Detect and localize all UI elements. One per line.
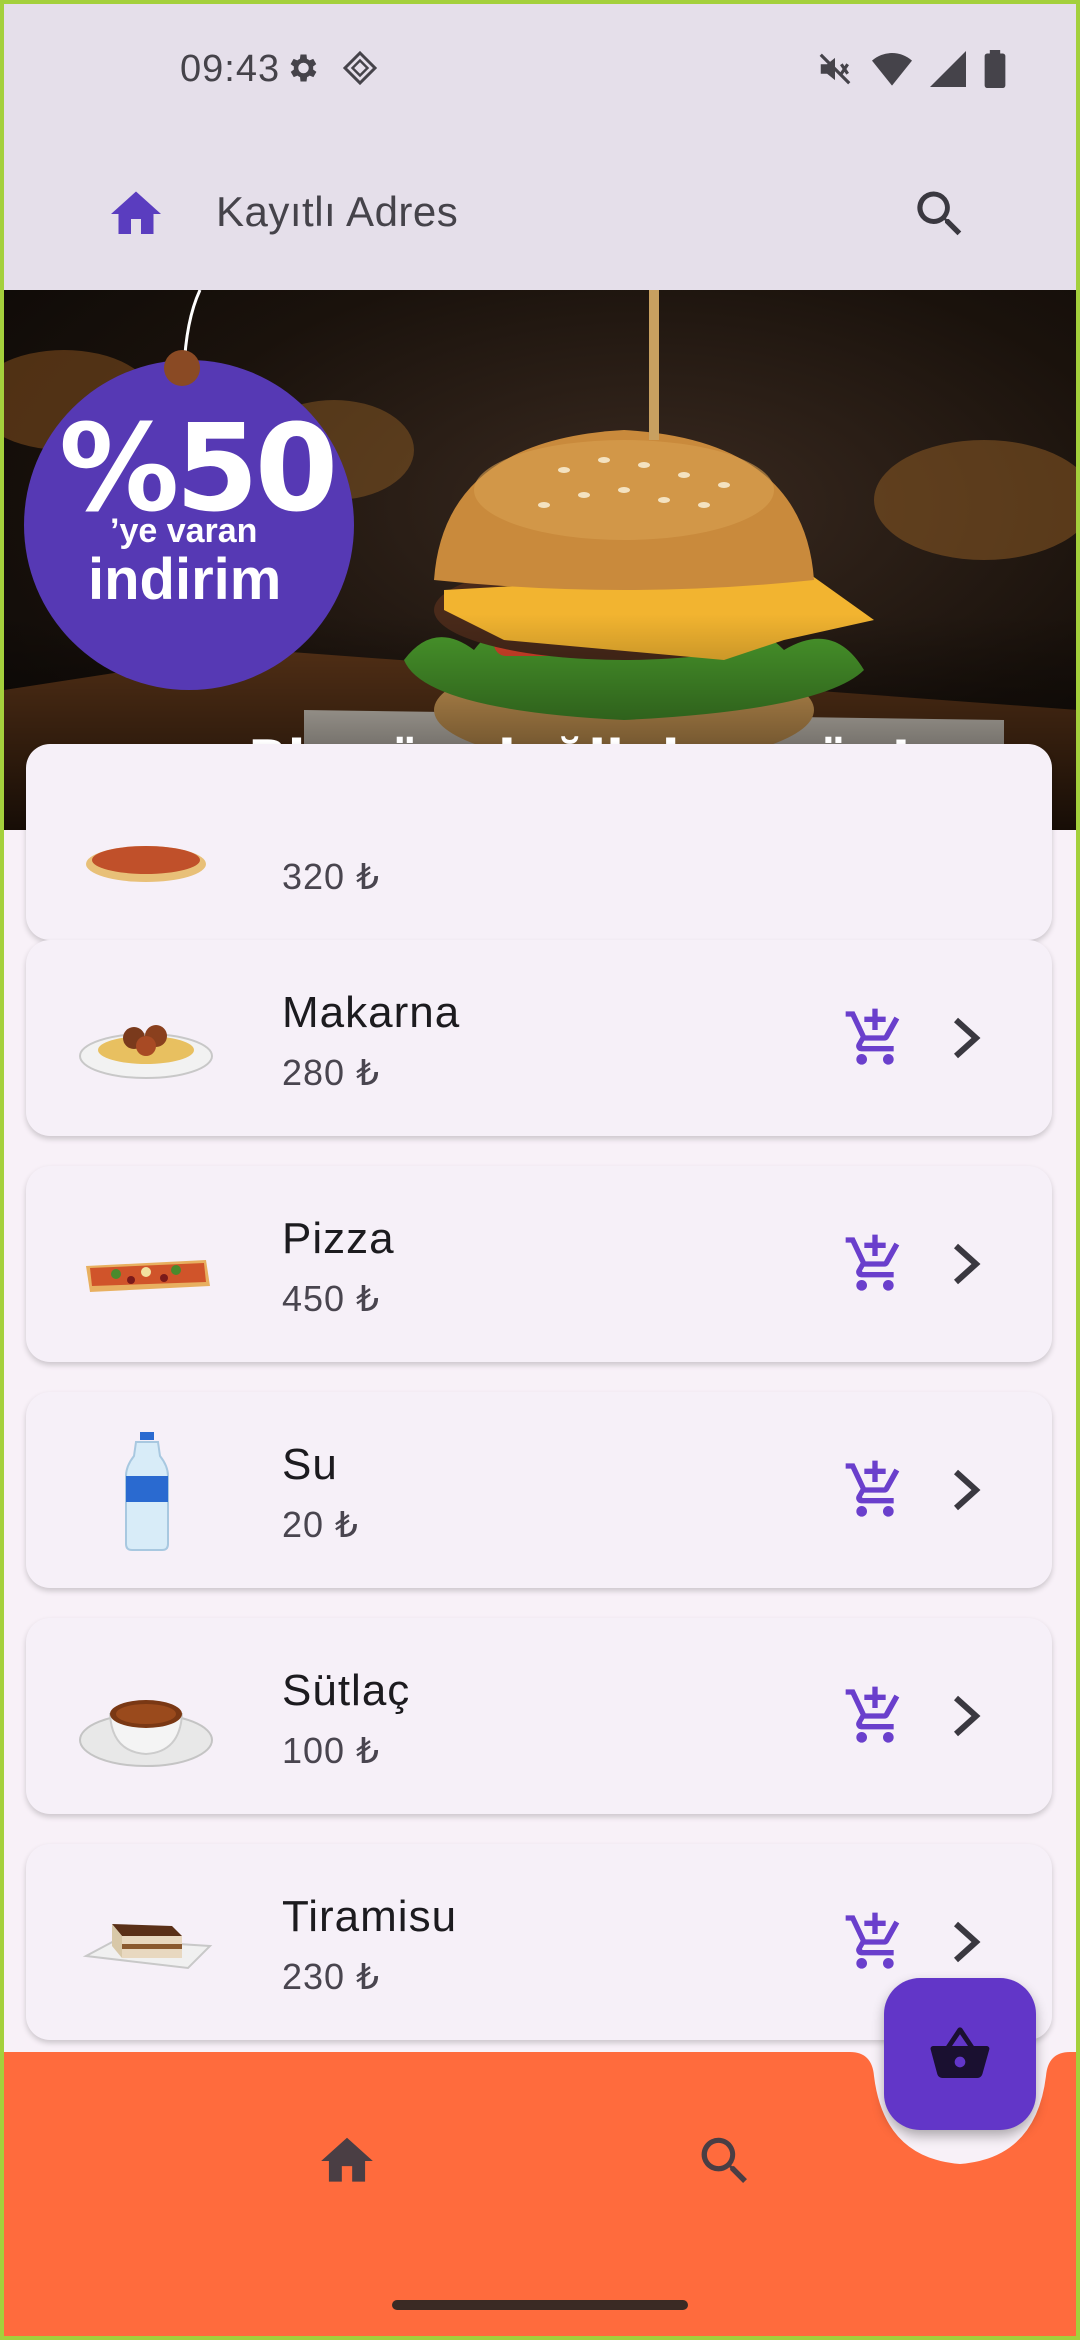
battery-icon [984, 50, 1006, 88]
status-time: 09:43 [180, 48, 281, 90]
chevron-right-icon[interactable] [946, 1014, 986, 1062]
product-card[interactable]: Su 20 ₺ [26, 1392, 1052, 1588]
product-card[interactable]: Sütlaç 100 ₺ [26, 1618, 1052, 1814]
chevron-right-icon[interactable] [946, 1918, 986, 1966]
app-icon [342, 50, 378, 86]
mute-icon [819, 53, 851, 85]
nav-home-icon[interactable] [316, 2130, 378, 2192]
product-price: 20 ₺ [282, 1504, 359, 1545]
product-price: 320 ₺ [282, 856, 380, 897]
chevron-right-icon[interactable] [946, 1240, 986, 1288]
tiramisu-image [82, 1924, 213, 1970]
water-bottle-image [125, 1432, 169, 1551]
pizza-image [86, 1260, 210, 1292]
add-to-cart-icon[interactable] [840, 1232, 910, 1296]
page-title: Kayıtlı Adres [216, 188, 459, 235]
product-name: Tiramisu [282, 1892, 458, 1941]
product-card[interactable]: 320 ₺ [26, 744, 1052, 940]
tag-hole [164, 350, 200, 386]
app-bar: Kayıtlı Adres [0, 140, 1080, 290]
settings-icon [290, 54, 317, 82]
nav-search-icon[interactable] [694, 2130, 756, 2192]
add-to-cart-icon[interactable] [840, 1006, 910, 1070]
add-to-cart-icon[interactable] [840, 1458, 910, 1522]
product-name: Makarna [282, 988, 461, 1037]
home-icon[interactable] [106, 184, 166, 244]
product-name: Pizza [282, 1214, 395, 1263]
chevron-right-icon[interactable] [946, 1466, 986, 1514]
product-card[interactable]: Pizza 450 ₺ [26, 1166, 1052, 1362]
pizza-image [86, 846, 206, 882]
product-price: 230 ₺ [282, 1956, 380, 1997]
discount-label: indirim [88, 547, 282, 612]
signal-icon [930, 51, 966, 87]
product-name: Su [282, 1440, 338, 1489]
pudding-image [79, 1700, 213, 1767]
status-bar: 09:43 [0, 0, 1080, 140]
basket-icon [930, 2027, 990, 2079]
basket-button[interactable] [884, 1978, 1036, 2130]
product-price: 100 ₺ [282, 1730, 380, 1771]
search-icon[interactable] [910, 184, 970, 244]
add-to-cart-icon[interactable] [840, 1684, 910, 1748]
add-to-cart-icon[interactable] [840, 1910, 910, 1974]
wifi-icon [872, 53, 912, 86]
pasta-image [79, 1025, 213, 1079]
product-name: Sütlaç [282, 1666, 411, 1715]
chevron-right-icon[interactable] [946, 1692, 986, 1740]
product-price: 450 ₺ [282, 1278, 380, 1319]
product-price: 280 ₺ [282, 1052, 380, 1093]
product-card[interactable]: Makarna 280 ₺ [26, 940, 1052, 1136]
home-indicator[interactable] [392, 2300, 688, 2310]
